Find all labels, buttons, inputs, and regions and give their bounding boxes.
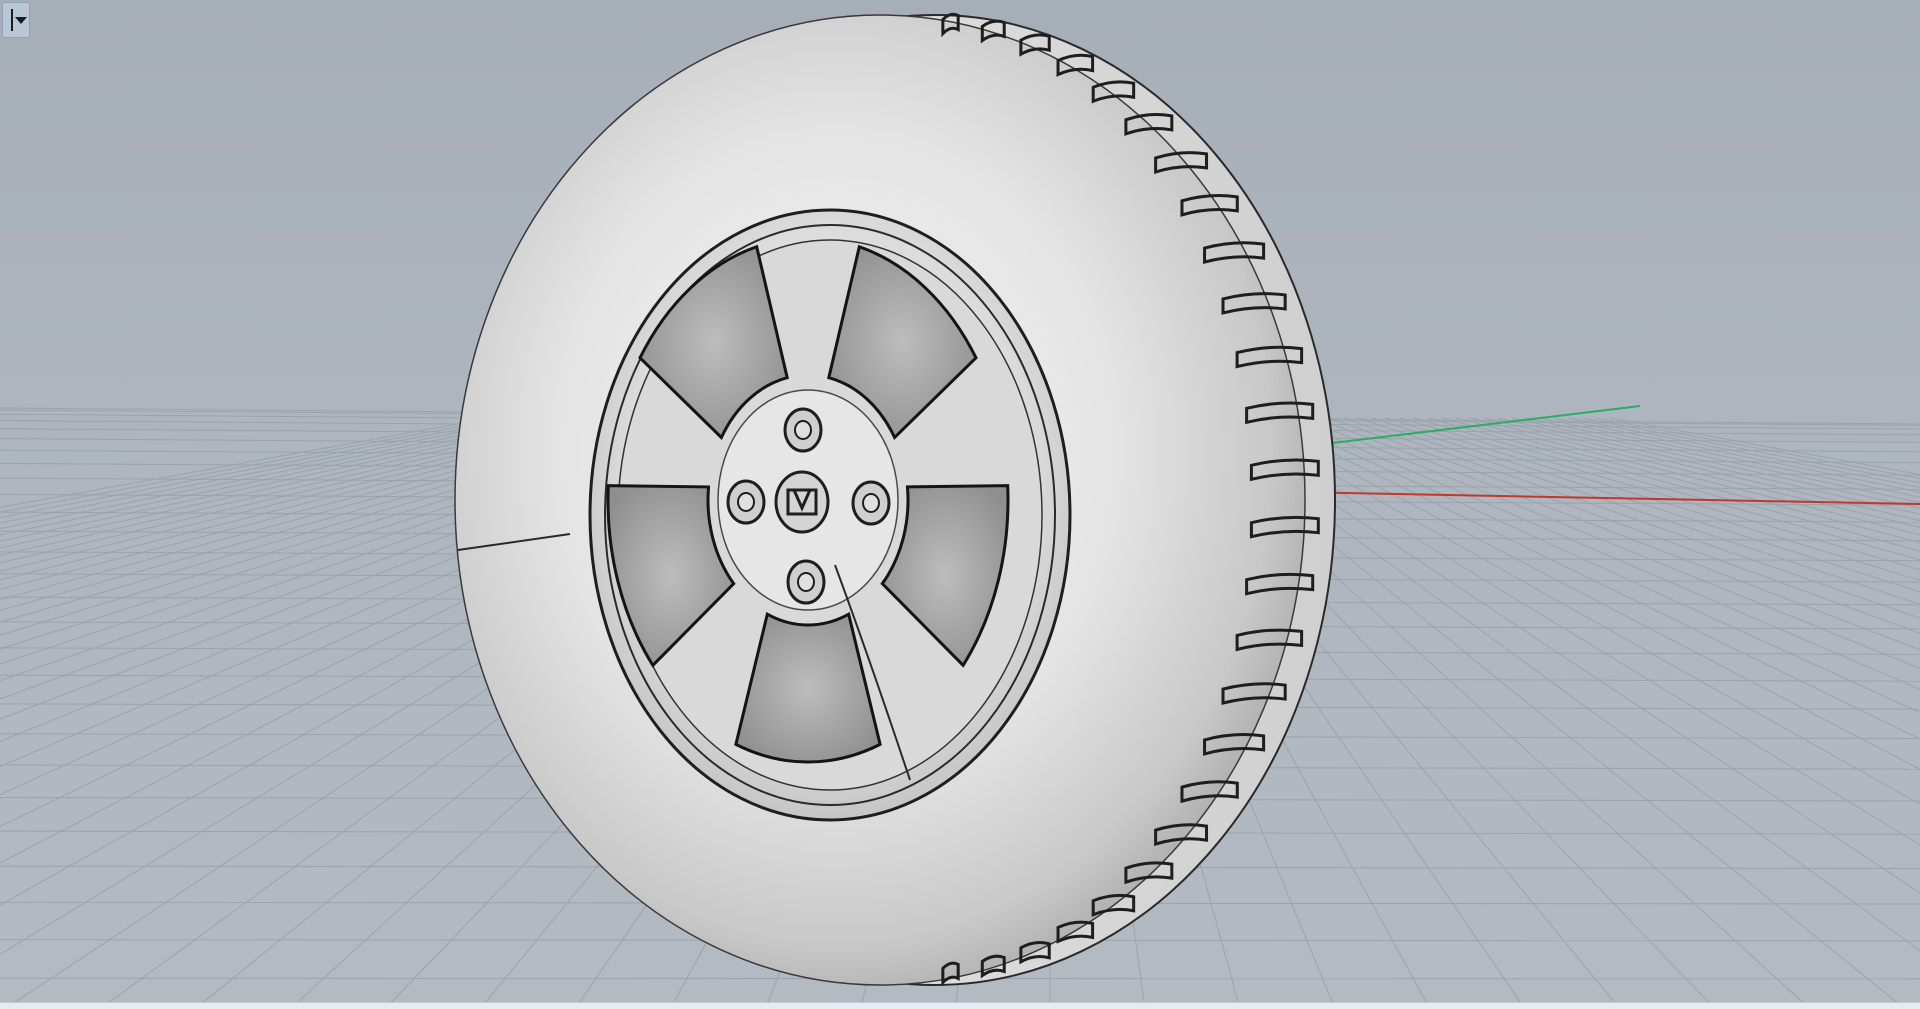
viewport-menu-caret-icon[interactable]: [2, 2, 30, 38]
lug-nut-center: [794, 420, 812, 440]
grid-line: [1259, 417, 1920, 740]
grid-line: [0, 417, 519, 518]
lug-nut-center: [862, 493, 880, 513]
caret-bar: [11, 9, 13, 31]
h-logo-icon: [774, 470, 830, 534]
grid-line: [0, 417, 491, 508]
grid-line: [1581, 417, 1920, 484]
status-strip: [0, 1002, 1920, 1009]
grid-line: [1315, 417, 1920, 651]
perspective-viewport[interactable]: [0, 0, 1920, 1009]
grid-line: [1469, 417, 1920, 528]
grid-line: [1301, 417, 1920, 670]
grid-line: [1455, 417, 1920, 536]
grid-line: [1371, 417, 1920, 593]
grid-line: [1553, 417, 1920, 493]
grid-line: [1399, 417, 1920, 571]
grid-line: [1497, 417, 1920, 515]
grid-line: [1287, 417, 1920, 690]
grid-line: [1245, 417, 1920, 770]
lug-nut-center: [737, 492, 755, 512]
wheel-model[interactable]: [454, 12, 1336, 987]
grid-line: [1427, 417, 1920, 552]
grid-line: [1609, 417, 1920, 476]
viewport-canvas[interactable]: [0, 0, 1920, 1009]
grid-line: [0, 417, 505, 513]
grid-line: [1441, 417, 1920, 544]
chevron-down-icon: [15, 17, 27, 24]
grid-line: [1273, 417, 1920, 714]
lug-nut-center: [797, 572, 815, 592]
grid-line: [1413, 417, 1920, 561]
